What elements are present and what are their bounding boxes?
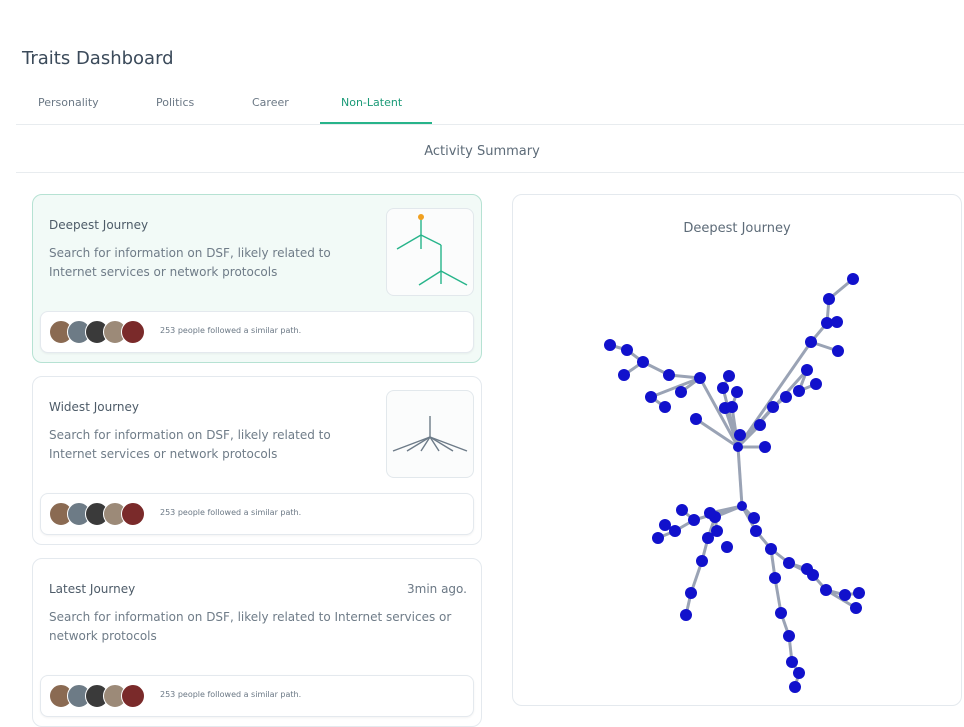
graph-node[interactable] [793,385,805,397]
tab-personality[interactable]: Personality [38,96,99,109]
graph-node[interactable] [694,372,706,384]
graph-node[interactable] [850,602,862,614]
graph-node[interactable] [765,543,777,555]
graph-node[interactable] [748,512,760,524]
avatar-group [49,684,153,708]
card-description: Search for information on DSF, likely re… [49,610,452,643]
tab-politics[interactable]: Politics [156,96,194,109]
section-title: Activity Summary [424,144,540,159]
graph-node[interactable] [801,563,813,575]
followers-text: 253 people followed a similar path. [160,690,302,699]
graph-node[interactable] [810,378,822,390]
graph-node[interactable] [832,345,844,357]
graph-node[interactable] [737,501,747,511]
graph-node[interactable] [823,293,835,305]
card-description: Search for information on DSF, likely re… [49,246,331,279]
page-title: Traits Dashboard [22,48,174,69]
graph-node[interactable] [769,572,781,584]
followers-summary[interactable]: 253 people followed a similar path. [40,311,474,353]
tab-non-latent[interactable]: Non-Latent [341,96,402,109]
graph-node[interactable] [604,339,616,351]
journey-graph[interactable] [513,195,961,693]
graph-node[interactable] [726,401,738,413]
journey-graph-panel: Deepest Journey [512,194,962,706]
graph-node[interactable] [733,442,743,452]
card-title: Widest Journey [49,400,140,414]
graph-node[interactable] [783,557,795,569]
graph-node[interactable] [789,681,801,693]
graph-node[interactable] [680,609,692,621]
graph-node[interactable] [621,344,633,356]
graph-node[interactable] [688,514,700,526]
graph-node[interactable] [831,316,843,328]
graph-node[interactable] [659,401,671,413]
latest-journey-card[interactable]: Latest Journey 3min ago. Search for info… [32,558,482,727]
graph-node[interactable] [659,519,671,531]
graph-node[interactable] [734,429,746,441]
card-description: Search for information on DSF, likely re… [49,428,331,461]
avatar [121,502,145,526]
avatar [121,684,145,708]
graph-node[interactable] [618,369,630,381]
graph-node[interactable] [853,587,865,599]
graph-node[interactable] [754,419,766,431]
wide-tree-icon [392,416,468,452]
graph-node[interactable] [780,391,792,403]
journey-thumbnail [386,390,474,478]
avatar [121,320,145,344]
widest-journey-card[interactable]: Widest Journey Search for information on… [32,376,482,545]
graph-node[interactable] [717,382,729,394]
card-title: Deepest Journey [49,218,149,232]
graph-node[interactable] [669,525,681,537]
graph-node[interactable] [675,386,687,398]
graph-node[interactable] [676,504,688,516]
followers-summary[interactable]: 253 people followed a similar path. [40,675,474,717]
followers-text: 253 people followed a similar path. [160,326,302,335]
avatar-group [49,320,153,344]
graph-node[interactable] [637,356,649,368]
graph-node[interactable] [801,364,813,376]
followers-summary[interactable]: 253 people followed a similar path. [40,493,474,535]
tab-bar: Personality Politics Career Non-Latent [16,90,964,125]
graph-node[interactable] [767,401,779,413]
card-timestamp: 3min ago. [407,582,467,596]
deepest-journey-card[interactable]: Deepest Journey Search for information o… [32,194,482,363]
graph-node[interactable] [775,607,787,619]
card-title: Latest Journey [49,582,136,596]
graph-node[interactable] [839,589,851,601]
graph-node[interactable] [663,369,675,381]
graph-node[interactable] [704,507,716,519]
graph-node[interactable] [786,656,798,668]
followers-text: 253 people followed a similar path. [160,508,302,517]
graph-node[interactable] [723,370,735,382]
graph-node[interactable] [652,532,664,544]
journey-thumbnail [386,208,474,296]
graph-node[interactable] [721,541,733,553]
graph-node[interactable] [690,413,702,425]
graph-node[interactable] [820,584,832,596]
graph-node[interactable] [685,587,697,599]
graph-node[interactable] [750,525,762,537]
graph-node[interactable] [793,667,805,679]
graph-node[interactable] [805,336,817,348]
tab-career[interactable]: Career [252,96,289,109]
graph-node[interactable] [731,386,743,398]
graph-node[interactable] [645,391,657,403]
graph-node[interactable] [696,555,708,567]
graph-node[interactable] [847,273,859,285]
graph-edge [736,446,744,507]
active-tab-indicator [320,122,432,124]
avatar-group [49,502,153,526]
graph-node[interactable] [759,441,771,453]
divider [16,172,964,173]
deep-tree-icon [396,214,468,286]
graph-node[interactable] [783,630,795,642]
graph-node[interactable] [711,525,723,537]
